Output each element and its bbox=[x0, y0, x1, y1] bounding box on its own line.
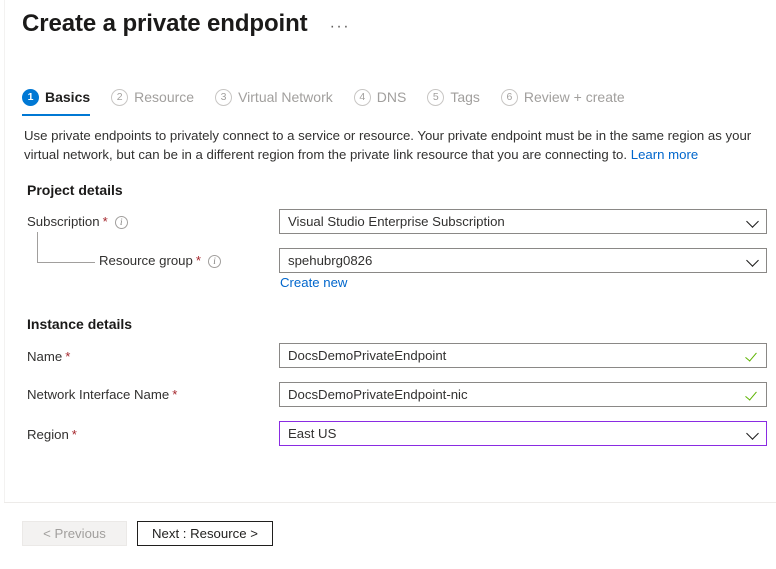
step-number-3: 3 bbox=[215, 89, 232, 106]
tab-tags[interactable]: 5 Tags bbox=[427, 82, 480, 112]
region-label-text: Region bbox=[27, 426, 69, 444]
name-label-text: Name bbox=[27, 348, 62, 366]
network-interface-name-label-text: Network Interface Name bbox=[27, 386, 169, 404]
name-required-marker: * bbox=[65, 348, 70, 366]
page-description: Use private endpoints to privately conne… bbox=[24, 126, 754, 164]
chevron-down-icon bbox=[747, 427, 760, 440]
step-number-1: 1 bbox=[22, 89, 39, 106]
resource-group-label: Resource group * i bbox=[99, 252, 221, 270]
check-icon bbox=[746, 349, 760, 363]
network-interface-name-label: Network Interface Name * bbox=[27, 386, 177, 404]
step-number-6: 6 bbox=[501, 89, 518, 106]
step-number-4: 4 bbox=[354, 89, 371, 106]
subscription-dropdown[interactable]: Visual Studio Enterprise Subscription bbox=[279, 209, 767, 234]
instance-details-heading: Instance details bbox=[27, 316, 132, 332]
resource-group-value: spehubrg0826 bbox=[288, 252, 741, 270]
create-new-resource-group-link[interactable]: Create new bbox=[280, 274, 347, 292]
subscription-required-marker: * bbox=[103, 213, 108, 231]
tab-dns[interactable]: 4 DNS bbox=[354, 82, 407, 112]
tab-review-create[interactable]: 6 Review + create bbox=[501, 82, 625, 112]
more-options-icon[interactable]: ··· bbox=[330, 22, 350, 32]
region-required-marker: * bbox=[72, 426, 77, 444]
network-interface-name-required-marker: * bbox=[172, 386, 177, 404]
learn-more-link[interactable]: Learn more bbox=[631, 147, 698, 162]
resource-group-required-marker: * bbox=[196, 252, 201, 270]
page-left-rule bbox=[4, 0, 5, 502]
resource-group-label-text: Resource group bbox=[99, 252, 193, 270]
step-number-5: 5 bbox=[427, 89, 444, 106]
field-tree-connector bbox=[37, 232, 95, 263]
subscription-info-icon[interactable]: i bbox=[115, 216, 128, 229]
name-value: DocsDemoPrivateEndpoint bbox=[288, 347, 740, 365]
tab-resource[interactable]: 2 Resource bbox=[111, 82, 194, 112]
tab-virtual-network[interactable]: 3 Virtual Network bbox=[215, 82, 333, 112]
tab-resource-label: Resource bbox=[134, 88, 194, 106]
tab-virtual-network-label: Virtual Network bbox=[238, 88, 333, 106]
footer-divider bbox=[4, 502, 776, 503]
network-interface-name-input[interactable]: DocsDemoPrivateEndpoint-nic bbox=[279, 382, 767, 407]
region-dropdown[interactable]: East US bbox=[279, 421, 767, 446]
previous-button[interactable]: < Previous bbox=[22, 521, 127, 546]
tab-basics-label: Basics bbox=[45, 88, 90, 106]
subscription-label: Subscription * i bbox=[27, 213, 128, 231]
page-title: Create a private endpoint bbox=[22, 8, 308, 40]
create-private-endpoint-page: Create a private endpoint ··· 1 Basics 2… bbox=[0, 0, 776, 569]
region-value: East US bbox=[288, 425, 741, 443]
name-input[interactable]: DocsDemoPrivateEndpoint bbox=[279, 343, 767, 368]
region-label: Region * bbox=[27, 426, 77, 444]
resource-group-info-icon[interactable]: i bbox=[208, 255, 221, 268]
tab-tags-label: Tags bbox=[450, 88, 480, 106]
chevron-down-icon bbox=[747, 254, 760, 267]
tab-basics[interactable]: 1 Basics bbox=[22, 82, 90, 112]
project-details-heading: Project details bbox=[27, 182, 123, 198]
check-icon bbox=[746, 388, 760, 402]
network-interface-name-value: DocsDemoPrivateEndpoint-nic bbox=[288, 386, 740, 404]
name-label: Name * bbox=[27, 348, 70, 366]
step-number-2: 2 bbox=[111, 89, 128, 106]
subscription-value: Visual Studio Enterprise Subscription bbox=[288, 213, 741, 231]
page-header: Create a private endpoint ··· bbox=[22, 8, 350, 40]
wizard-tab-bar: 1 Basics 2 Resource 3 Virtual Network 4 … bbox=[22, 82, 646, 114]
subscription-label-text: Subscription bbox=[27, 213, 100, 231]
tab-dns-label: DNS bbox=[377, 88, 407, 106]
chevron-down-icon bbox=[747, 215, 760, 228]
tab-review-create-label: Review + create bbox=[524, 88, 625, 106]
next-resource-button[interactable]: Next : Resource > bbox=[137, 521, 273, 546]
resource-group-dropdown[interactable]: spehubrg0826 bbox=[279, 248, 767, 273]
wizard-footer: < Previous Next : Resource > bbox=[22, 521, 273, 546]
